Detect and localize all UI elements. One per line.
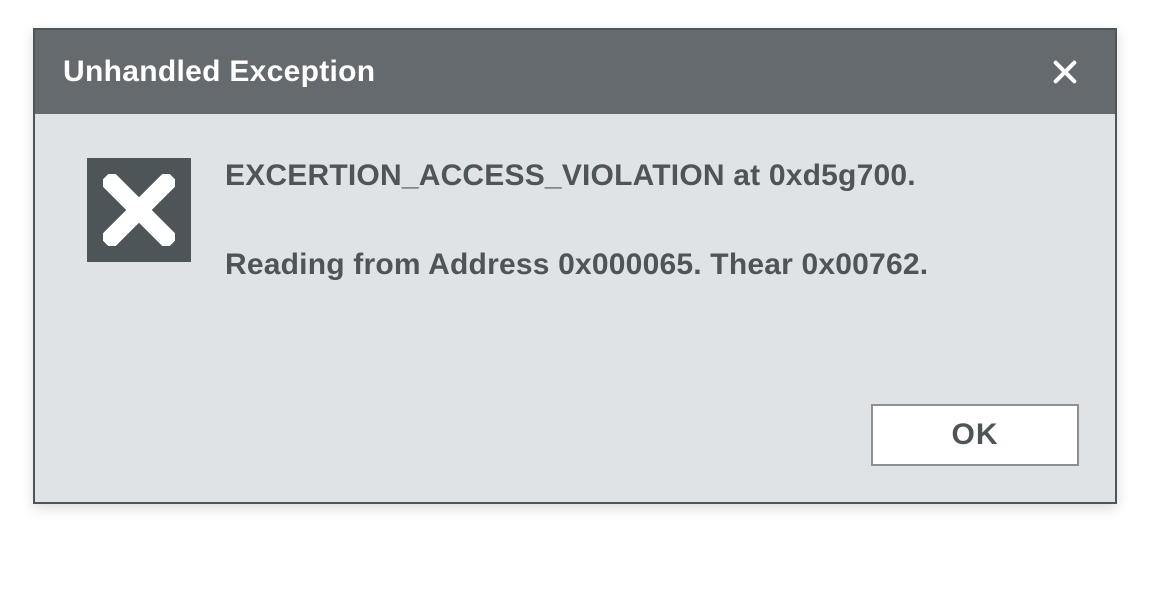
close-icon	[1051, 58, 1079, 86]
error-messages: EXCERTION_ACCESS_VIOLATION at 0xd5g700. …	[225, 154, 1081, 284]
dialog-title: Unhandled Exception	[63, 55, 375, 89]
error-message-line: Reading from Address 0x000065. Thear 0x0…	[225, 245, 1081, 284]
error-message-line: EXCERTION_ACCESS_VIOLATION at 0xd5g700.	[225, 156, 1081, 195]
ok-button[interactable]: OK	[871, 404, 1079, 466]
titlebar: Unhandled Exception	[35, 30, 1115, 114]
dialog-content: EXCERTION_ACCESS_VIOLATION at 0xd5g700. …	[35, 114, 1115, 314]
error-icon	[87, 158, 191, 262]
close-button[interactable]	[1045, 52, 1085, 92]
button-row: OK	[35, 314, 1115, 502]
error-dialog: Unhandled Exception EXCERTION_ACCESS_VIO…	[33, 28, 1117, 504]
